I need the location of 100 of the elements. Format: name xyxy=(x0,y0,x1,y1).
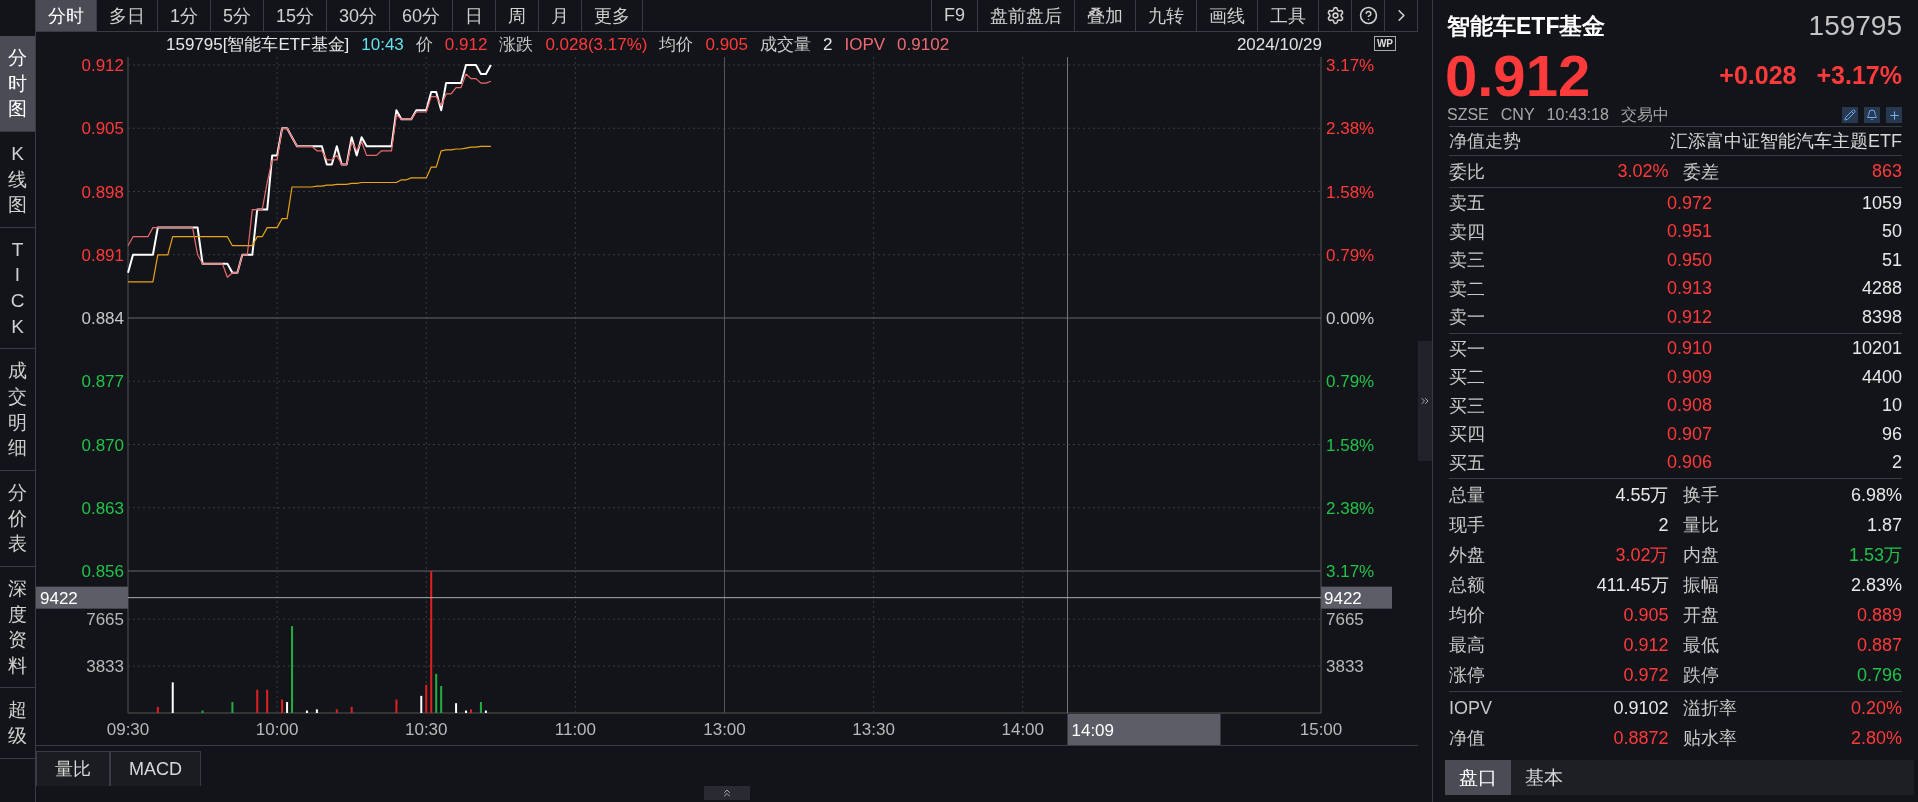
plus-icon[interactable] xyxy=(1886,107,1902,123)
field-label: 内盘 xyxy=(1682,544,1719,567)
volume-bar xyxy=(395,699,398,713)
period-tab[interactable]: 多日 xyxy=(97,0,158,31)
axis-label: 3833 xyxy=(86,657,124,677)
field-value: 0.028(3.17%) xyxy=(545,34,648,55)
volume-bar xyxy=(256,689,259,713)
tool-button[interactable]: 画线 xyxy=(1197,0,1258,31)
volume-bar xyxy=(266,689,269,713)
period-tab[interactable]: 5分 xyxy=(211,0,265,31)
time-text: 10:43 xyxy=(361,34,404,55)
market-info: CNY xyxy=(1500,106,1535,124)
tool-button[interactable]: 叠加 xyxy=(1075,0,1136,31)
field-value: 0.9102 xyxy=(1613,697,1669,719)
side-nav-item[interactable]: 分时图 xyxy=(0,36,35,132)
order-price: 0.909 xyxy=(1665,366,1712,388)
expand-up-button[interactable] xyxy=(704,786,750,800)
wp-badge[interactable]: WP xyxy=(1373,36,1396,51)
axis-label: 0.863 xyxy=(81,498,124,518)
field-label: 外盘 xyxy=(1449,544,1485,567)
period-tab[interactable]: 分时 xyxy=(36,0,97,31)
bell-icon[interactable] xyxy=(1864,107,1880,123)
chevrons-up-icon[interactable] xyxy=(721,787,733,799)
panel-tab[interactable]: 基本 xyxy=(1511,760,1577,795)
field-label: 换手 xyxy=(1682,484,1719,507)
order-price: 0.910 xyxy=(1665,338,1712,360)
period-tab[interactable]: 1分 xyxy=(158,0,211,31)
period-tab[interactable]: 30分 xyxy=(327,0,391,31)
field-value: 2.80% xyxy=(1850,727,1902,749)
field-value: 1.53万 xyxy=(1848,544,1902,567)
order-price: 0.906 xyxy=(1665,452,1712,474)
axis-label: 0.870 xyxy=(81,435,124,455)
tool-button[interactable]: 盘前盘后 xyxy=(978,0,1075,31)
field-value: 0.905 xyxy=(705,34,748,55)
order-volume: 10201 xyxy=(1850,338,1902,360)
nav-trend-link[interactable]: 净值走势 xyxy=(1449,129,1521,153)
time-label: 13:00 xyxy=(703,720,746,739)
field-label: 涨跌 xyxy=(499,34,534,56)
order-level-label: 买五 xyxy=(1449,451,1486,475)
order-level-label: 买三 xyxy=(1449,394,1486,418)
security-title: 159795[智能车ETF基金] xyxy=(166,34,350,56)
order-volume: 10 xyxy=(1880,395,1902,417)
time-label: 09:30 xyxy=(106,720,150,739)
tool-button[interactable]: 九转 xyxy=(1136,0,1197,31)
volume-bar xyxy=(479,702,482,713)
period-tab[interactable]: 周 xyxy=(496,0,540,31)
order-volume: 8398 xyxy=(1860,306,1902,328)
volume-bar xyxy=(281,699,284,713)
volume-bar xyxy=(171,682,174,713)
field-value: 0.8872 xyxy=(1613,727,1669,749)
side-nav-item[interactable]: 成交明细 xyxy=(0,349,35,471)
field-label: 价 xyxy=(415,34,433,56)
side-nav-item[interactable]: 分价表 xyxy=(0,470,35,567)
tool-button[interactable]: F9 xyxy=(932,0,978,31)
security-code: 159795 xyxy=(1808,10,1902,42)
field-label: 均价 xyxy=(659,34,694,56)
time-label: 10:00 xyxy=(255,720,299,739)
order-price: 0.972 xyxy=(1665,192,1712,214)
period-tab[interactable]: 60分 xyxy=(390,0,454,31)
crosshair-value-label: 9422 xyxy=(36,586,128,609)
volume-bar xyxy=(305,710,308,713)
side-nav-item[interactable]: 深度资料 xyxy=(0,566,35,689)
tool-button[interactable]: 工具 xyxy=(1258,0,1319,31)
period-tab[interactable]: 更多 xyxy=(582,0,644,31)
field-value: 0.889 xyxy=(1856,604,1902,626)
field-label: 最高 xyxy=(1449,634,1485,657)
axis-label: 0.905 xyxy=(81,119,124,139)
volume-bar xyxy=(231,702,234,713)
period-tab[interactable]: 15分 xyxy=(264,0,328,31)
field-label: 总额 xyxy=(1449,574,1485,597)
indicator-tab[interactable]: MACD xyxy=(110,751,201,786)
period-tab[interactable]: 月 xyxy=(539,0,583,31)
volume-bar xyxy=(156,706,159,713)
pencil-icon[interactable] xyxy=(1842,107,1858,123)
order-level-label: 卖二 xyxy=(1449,277,1486,301)
field-value: 2.83% xyxy=(1850,574,1902,596)
field-value: 411.45万 xyxy=(1596,574,1669,597)
side-nav-item[interactable]: TICK xyxy=(0,227,35,350)
volume-bar xyxy=(286,702,289,713)
axis-label: 0.891 xyxy=(81,245,124,265)
market-info: SZSE xyxy=(1447,106,1489,124)
side-nav-item[interactable]: K线图 xyxy=(0,131,35,228)
field-label: 现手 xyxy=(1449,514,1485,537)
axis-label: 0.79% xyxy=(1326,245,1375,265)
period-tab[interactable]: 日 xyxy=(453,0,497,31)
panel-tab[interactable]: 盘口 xyxy=(1445,760,1511,795)
field-label: 净值 xyxy=(1449,727,1485,750)
field-label: 跌停 xyxy=(1682,664,1719,687)
axis-label: 7665 xyxy=(1326,610,1364,630)
field-value: 0.972 xyxy=(1623,664,1669,686)
field-label: IOPV xyxy=(844,34,886,55)
field-value: 4.55万 xyxy=(1615,484,1669,507)
collapse-handle[interactable] xyxy=(1418,341,1432,461)
side-nav-item[interactable]: 超级 xyxy=(0,688,35,759)
volume-bar xyxy=(455,703,458,713)
indicator-tab[interactable]: 量比 xyxy=(36,751,110,786)
axis-label: 1.58% xyxy=(1326,182,1375,202)
order-level-label: 卖五 xyxy=(1449,192,1486,216)
crosshair-time-label: 14:09 xyxy=(1067,714,1221,745)
time-label: 11:00 xyxy=(554,720,596,739)
